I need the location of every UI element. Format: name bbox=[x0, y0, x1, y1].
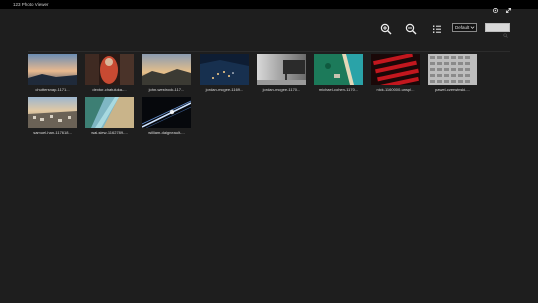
photo-image bbox=[314, 54, 363, 85]
photo-thumbnail[interactable]: dextor-chatuluka-... bbox=[85, 54, 134, 92]
photo-caption: dextor-chatuluka-... bbox=[92, 87, 127, 92]
title-bar-icons bbox=[492, 1, 512, 14]
photo-image bbox=[142, 97, 191, 128]
photo-caption: jordan-mcgee-1169... bbox=[205, 87, 244, 92]
photo-thumbnail[interactable]: chuttersnap-1171... bbox=[28, 54, 77, 92]
search-input[interactable] bbox=[485, 23, 510, 38]
zoom-out-icon[interactable] bbox=[405, 22, 417, 35]
photo-caption: chuttersnap-1171... bbox=[35, 87, 70, 92]
photo-image bbox=[257, 54, 306, 85]
photo-image bbox=[428, 54, 477, 85]
photo-caption: michael-cohen-1170... bbox=[318, 87, 359, 92]
photo-thumbnail[interactable]: jordan-mcgee-1169... bbox=[200, 54, 249, 92]
photo-thumbnail[interactable]: john-westrock-117... bbox=[142, 54, 191, 92]
fullscreen-icon[interactable] bbox=[505, 1, 512, 14]
toolbar-divider bbox=[28, 51, 510, 52]
photo-caption: william-daigneault-... bbox=[148, 130, 185, 135]
photo-image bbox=[371, 54, 420, 85]
photo-caption: nick-1160000-unspl... bbox=[376, 87, 415, 92]
photo-thumbnail[interactable]: samuel-han-117618... bbox=[28, 97, 77, 135]
photo-caption: john-westrock-117... bbox=[148, 87, 185, 92]
photo-image bbox=[85, 54, 134, 85]
photo-caption: pawel-czerwinski-... bbox=[435, 87, 470, 92]
photo-image bbox=[200, 54, 249, 85]
photo-thumbnail[interactable]: nick-1160000-unspl... bbox=[371, 54, 420, 92]
chevron-down-icon bbox=[470, 25, 475, 30]
photo-image bbox=[28, 97, 77, 128]
title-bar: 123 Photo Viewer bbox=[0, 0, 538, 14]
photo-thumbnail[interactable]: pawel-czerwinski-... bbox=[428, 54, 477, 92]
sort-select-value: Default bbox=[455, 25, 470, 30]
photo-thumbnail[interactable]: william-daigneault-... bbox=[142, 97, 191, 135]
photo-caption: samuel-han-117618... bbox=[33, 130, 72, 135]
photo-image bbox=[28, 54, 77, 85]
photo-thumbnail[interactable]: jordan-mcgee-1170... bbox=[257, 54, 306, 92]
photo-thumbnail[interactable]: wai-siew-1162789-... bbox=[85, 97, 134, 135]
sort-select[interactable]: Default bbox=[452, 23, 477, 32]
zoom-in-icon[interactable] bbox=[380, 22, 392, 35]
search-icon[interactable] bbox=[503, 25, 508, 38]
photo-image bbox=[85, 97, 134, 128]
app-title: 123 Photo Viewer bbox=[13, 2, 49, 7]
photo-caption: jordan-mcgee-1170... bbox=[262, 87, 301, 92]
list-view-icon[interactable] bbox=[431, 22, 443, 34]
settings-icon[interactable] bbox=[492, 1, 499, 14]
photo-image bbox=[142, 54, 191, 85]
photo-thumbnail[interactable]: michael-cohen-1170... bbox=[314, 54, 363, 92]
photo-caption: wai-siew-1162789-... bbox=[91, 130, 128, 135]
